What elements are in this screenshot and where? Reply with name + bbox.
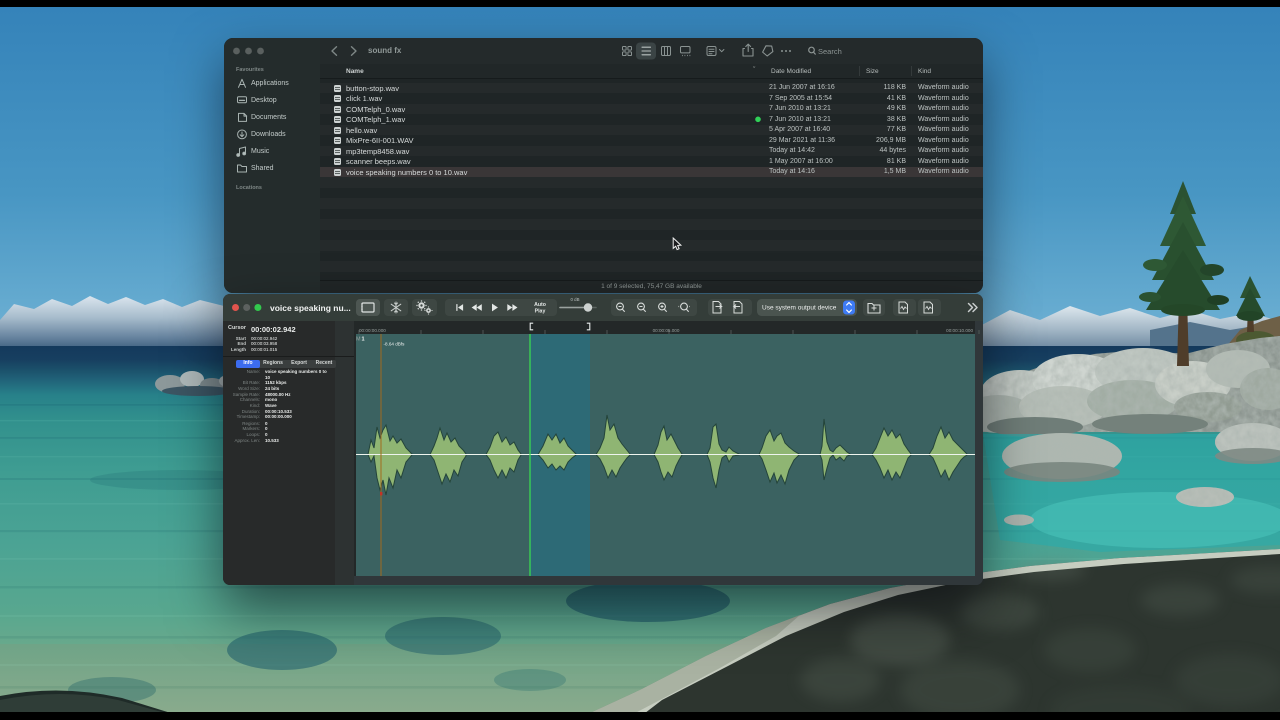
svg-text:Play: Play bbox=[535, 309, 546, 315]
svg-text:1: 1 bbox=[362, 337, 365, 343]
svg-text:00:00:05.000: 00:00:05.000 bbox=[653, 328, 680, 333]
svg-text:00:00:10.000: 00:00:10.000 bbox=[946, 328, 973, 333]
svg-text:-8.64 dBfs: -8.64 dBfs bbox=[384, 342, 406, 347]
svg-text:0 dB: 0 dB bbox=[570, 297, 579, 302]
svg-text:M: M bbox=[356, 337, 361, 343]
svg-text:00:00:00.000: 00:00:00.000 bbox=[359, 328, 386, 333]
svg-text:Use system output device: Use system output device bbox=[762, 305, 837, 312]
svg-text:Auto: Auto bbox=[534, 302, 546, 308]
